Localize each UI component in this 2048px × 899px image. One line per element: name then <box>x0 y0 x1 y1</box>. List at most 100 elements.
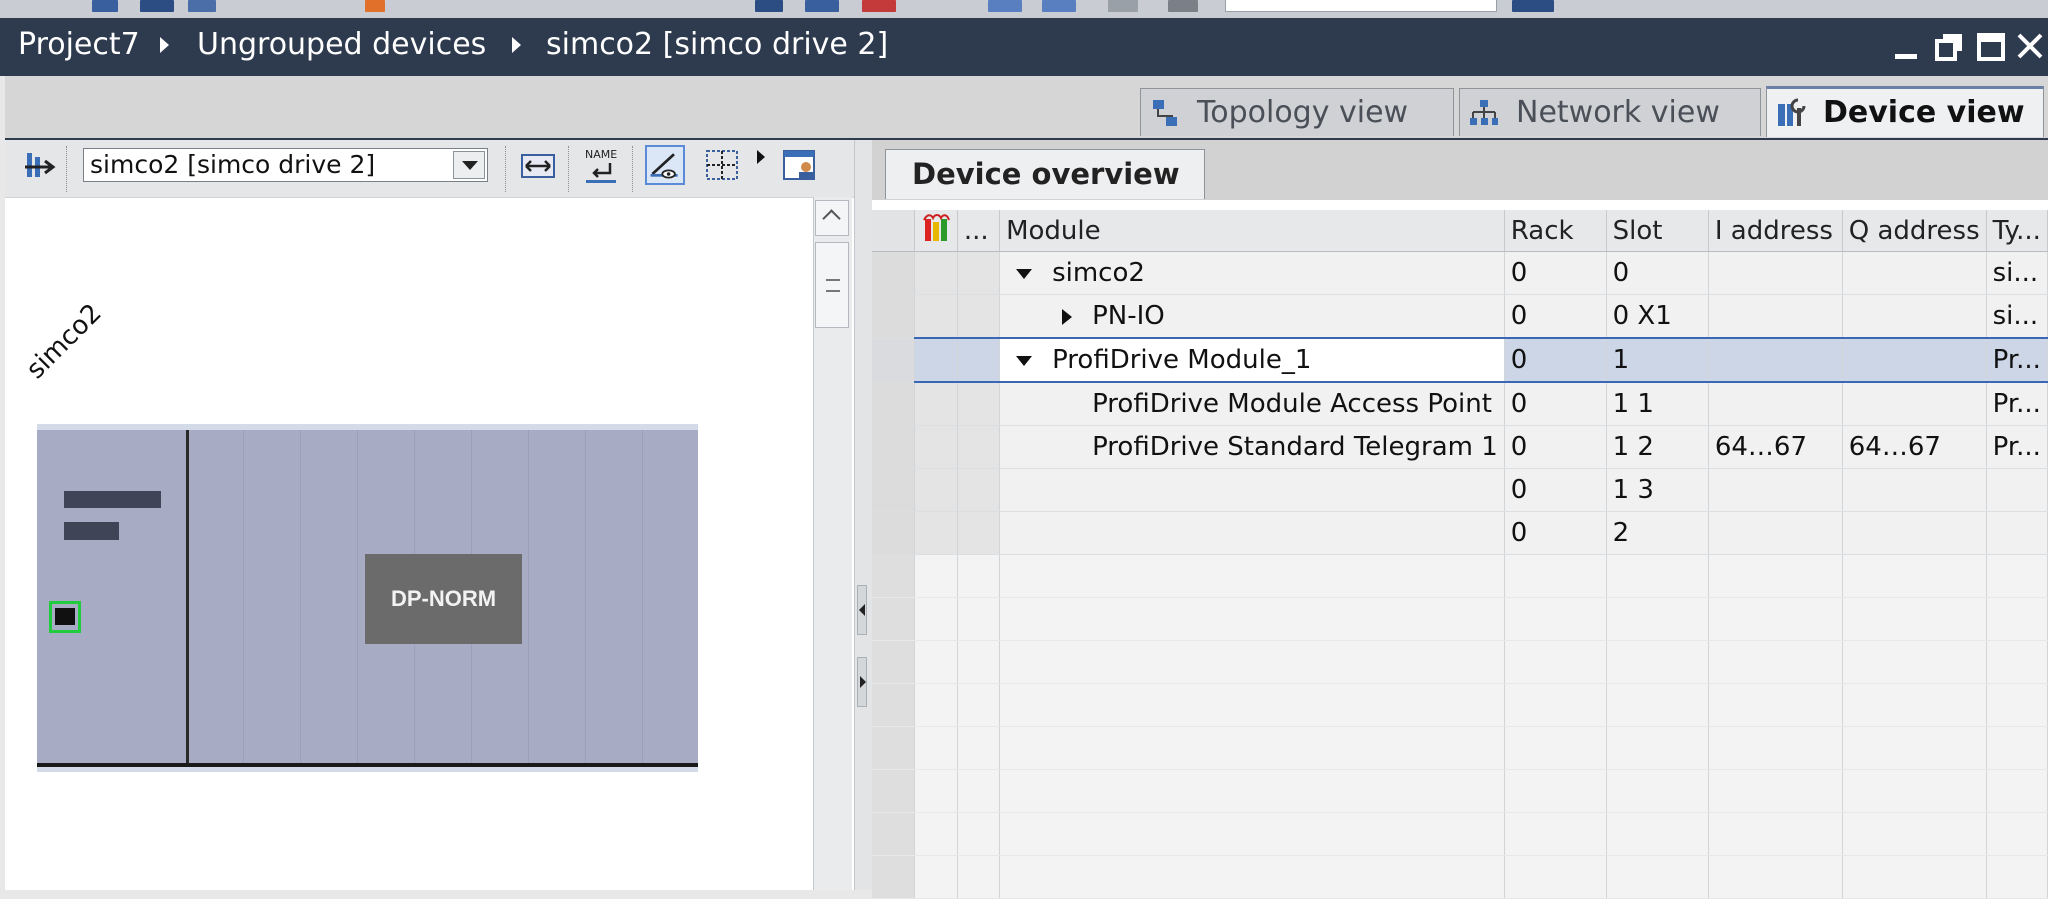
dp-norm-module[interactable]: DP-NORM <box>365 554 522 644</box>
toolbar-icon[interactable] <box>1168 0 1198 12</box>
q-address-cell[interactable] <box>1842 382 1987 426</box>
expand-right-icon[interactable] <box>1062 308 1073 325</box>
i-address-cell[interactable] <box>1708 337 1843 383</box>
tab-topology-view[interactable]: Topology view <box>1140 88 1454 136</box>
close-icon[interactable] <box>2016 32 2046 62</box>
toolbar-icon[interactable] <box>988 0 1022 12</box>
slot-cell: 1 <box>1606 337 1709 383</box>
module-cell[interactable]: PN-IO <box>999 294 1505 339</box>
module-cell[interactable] <box>999 511 1505 555</box>
toolbar-separator <box>66 146 67 192</box>
breadcrumb-group[interactable]: Ungrouped devices <box>197 27 486 62</box>
q-address-cell[interactable] <box>1842 468 1987 512</box>
header-status[interactable] <box>914 210 958 252</box>
panel-splitter[interactable] <box>854 140 873 890</box>
tab-network-label: Network view <box>1516 95 1720 130</box>
maximize-icon[interactable] <box>1977 32 2007 62</box>
pin-icon[interactable] <box>17 145 57 185</box>
scroll-up-icon[interactable] <box>815 200 849 236</box>
header-type[interactable]: Ty... <box>1986 210 2048 252</box>
rack-cell: 0 <box>1504 251 1607 295</box>
table-row-selected[interactable]: ProfiDrive Module_1 0 1 Pr... <box>872 337 2048 383</box>
device-icon <box>1778 98 1806 126</box>
toolbar-icon[interactable] <box>365 0 385 12</box>
q-address-cell[interactable] <box>1842 251 1987 295</box>
toolbar-icon[interactable] <box>1512 0 1554 12</box>
table-row[interactable]: 0 1 3 <box>872 468 2048 512</box>
type-cell: si... <box>1986 251 2048 295</box>
show-names-icon[interactable]: NAME <box>582 145 622 185</box>
q-address-cell[interactable]: 64…67 <box>1842 425 1987 469</box>
expand-down-icon[interactable] <box>1016 268 1033 279</box>
collapse-left-icon[interactable] <box>857 585 867 635</box>
header-slot[interactable]: Slot <box>1606 210 1709 252</box>
minimize-icon[interactable] <box>1893 32 1921 62</box>
grid-icon[interactable] <box>703 145 743 185</box>
toolbar-icon[interactable] <box>92 0 118 12</box>
header-q-address[interactable]: Q address <box>1842 210 1987 252</box>
tab-network-view[interactable]: Network view <box>1459 88 1761 136</box>
type-cell <box>1986 468 2048 512</box>
chevron-down-icon[interactable] <box>453 151 485 179</box>
main-toolbar <box>0 0 2048 19</box>
toolbar-icon[interactable] <box>755 0 783 12</box>
scrollbar-thumb[interactable] <box>815 242 849 328</box>
empty-row <box>872 726 2048 770</box>
module-cell[interactable]: simco2 <box>999 251 1505 295</box>
toolbar-icon[interactable] <box>862 0 896 12</box>
module-cell[interactable]: ProfiDrive Standard Telegram 1 <box>999 425 1505 469</box>
view-mode-icon[interactable] <box>645 145 685 185</box>
i-address-cell[interactable] <box>1708 251 1843 295</box>
header-rack[interactable]: Rack <box>1504 210 1607 252</box>
header-more[interactable]: ... <box>957 210 1001 252</box>
i-address-cell[interactable] <box>1708 511 1843 555</box>
search-input[interactable] <box>1225 0 1497 12</box>
i-address-cell[interactable] <box>1708 382 1843 426</box>
module-cell[interactable]: ProfiDrive Module_1 <box>999 337 1505 383</box>
expand-right-icon[interactable] <box>857 657 867 707</box>
toolbar-icon[interactable] <box>1042 0 1076 12</box>
tab-device-label: Device view <box>1823 95 2025 130</box>
toolbar-icon[interactable] <box>1108 0 1138 12</box>
toolbar-icon[interactable] <box>140 0 174 12</box>
slot-divider <box>642 430 643 765</box>
header-module[interactable]: Module <box>999 210 1505 252</box>
breadcrumb-project[interactable]: Project7 <box>18 27 140 62</box>
catalog-icon[interactable] <box>780 145 820 185</box>
toolbar-icon[interactable] <box>805 0 839 12</box>
tab-device-overview[interactable]: Device overview <box>885 149 1205 199</box>
empty-row <box>872 769 2048 813</box>
expand-down-icon[interactable] <box>1016 355 1033 366</box>
q-address-cell[interactable] <box>1842 511 1987 555</box>
table-row[interactable]: ProfiDrive Module Access Point 0 1 1 Pr.… <box>872 382 2048 426</box>
table-row[interactable]: ProfiDrive Standard Telegram 1 0 1 2 64…… <box>872 425 2048 469</box>
tab-device-view[interactable]: Device view <box>1766 86 2044 137</box>
module-cell[interactable] <box>999 468 1505 512</box>
module-cell[interactable]: ProfiDrive Module Access Point <box>999 382 1505 426</box>
head-module-divider <box>186 430 189 765</box>
zoom-fit-icon[interactable] <box>518 145 558 185</box>
device-select[interactable]: simco2 [simco drive 2] <box>83 148 488 182</box>
breadcrumb: Project7 Ungrouped devices simco2 [simco… <box>0 18 2048 76</box>
i-address-cell[interactable] <box>1708 468 1843 512</box>
table-row[interactable]: simco2 0 0 si... <box>872 251 2048 295</box>
q-address-cell[interactable] <box>1842 294 1987 339</box>
slot-cell: 1 1 <box>1606 382 1709 426</box>
empty-row <box>872 812 2048 856</box>
i-address-cell[interactable]: 64…67 <box>1708 425 1843 469</box>
breadcrumb-separator-icon <box>512 37 521 53</box>
table-row[interactable]: 0 2 <box>872 511 2048 555</box>
slot-divider <box>300 430 301 765</box>
q-address-cell[interactable] <box>1842 337 1987 383</box>
toolbar-icon[interactable] <box>188 0 216 12</box>
name-icon-text: NAME <box>585 148 617 161</box>
header-i-address[interactable]: I address <box>1708 210 1843 252</box>
head-module-indicator <box>64 522 119 540</box>
toolbar-more-icon[interactable] <box>757 150 765 164</box>
device-overview-table: ... Module Rack Slot I address Q address… <box>872 210 2048 899</box>
restore-icon[interactable] <box>1935 32 1965 62</box>
i-address-cell[interactable] <box>1708 294 1843 339</box>
breadcrumb-device[interactable]: simco2 [simco drive 2] <box>546 27 888 62</box>
tab-device-overview-label: Device overview <box>912 157 1180 191</box>
table-row[interactable]: PN-IO 0 0 X1 si... <box>872 294 2048 339</box>
